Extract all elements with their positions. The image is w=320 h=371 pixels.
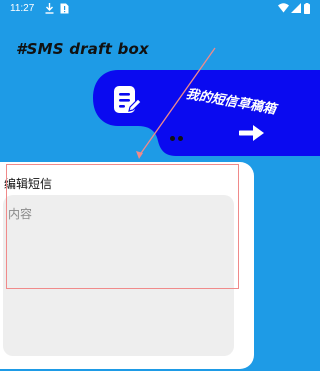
arrow-right-icon[interactable] <box>237 122 267 148</box>
note-edit-icon <box>112 85 142 119</box>
message-content-input[interactable] <box>3 195 234 356</box>
editor-title: 编辑短信 <box>4 177 53 191</box>
page-dot[interactable] <box>178 136 183 141</box>
banner-shape <box>93 70 320 156</box>
editor-card: 编辑短信 <box>0 162 254 369</box>
page-dot[interactable] <box>170 136 175 141</box>
page-indicator <box>170 136 183 141</box>
